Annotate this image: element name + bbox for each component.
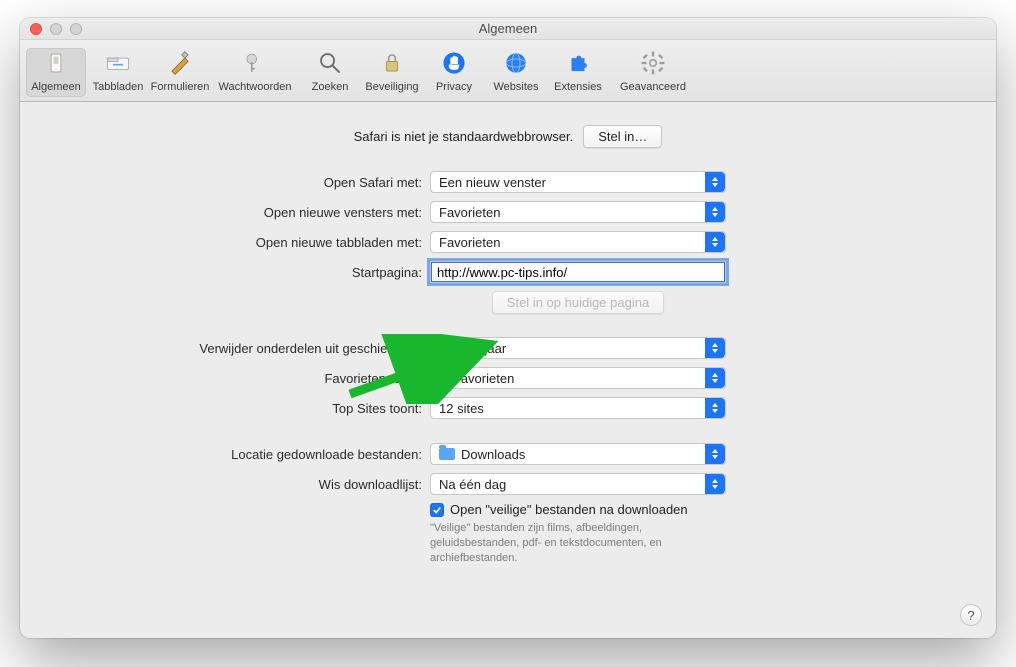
chevrons-icon <box>705 232 725 252</box>
tab-label: Formulieren <box>151 81 210 93</box>
tab-passwords[interactable]: Wachtwoorden <box>212 48 298 97</box>
tab-autofill[interactable]: Formulieren <box>150 48 210 97</box>
key-icon <box>240 48 270 78</box>
switch-icon <box>41 48 71 78</box>
preferences-window: Algemeen Algemeen Tabbladen Formulieren <box>20 18 996 638</box>
default-browser-text: Safari is niet je standaardwebbrowser. <box>354 129 574 144</box>
remove-history-label: Verwijder onderdelen uit geschiedenis: <box>40 341 430 356</box>
chevrons-icon <box>705 474 725 494</box>
gear-icon <box>638 48 668 78</box>
window-title: Algemeen <box>20 21 996 36</box>
open-safari-select[interactable]: Een nieuw venster <box>430 171 726 193</box>
window-controls <box>20 23 82 35</box>
open-windows-select[interactable]: Favorieten <box>430 201 726 223</box>
minimize-window-button[interactable] <box>50 23 62 35</box>
tab-websites[interactable]: Websites <box>486 48 546 97</box>
open-safe-files-label: Open "veilige" bestanden na downloaden <box>450 502 688 517</box>
topsites-shows-select[interactable]: 12 sites <box>430 397 726 419</box>
tab-general[interactable]: Algemeen <box>26 48 86 97</box>
tab-extensions[interactable]: Extensies <box>548 48 608 97</box>
favorites-shows-label: Favorieten toont: <box>40 371 430 386</box>
tab-label: Beveiliging <box>365 81 418 93</box>
tab-tabs[interactable]: Tabbladen <box>88 48 148 97</box>
tab-label: Zoeken <box>312 81 349 93</box>
tab-security[interactable]: Beveiliging <box>362 48 422 97</box>
folder-icon <box>439 448 455 460</box>
puzzle-icon <box>563 48 593 78</box>
tab-privacy[interactable]: Privacy <box>424 48 484 97</box>
pen-icon <box>165 48 195 78</box>
clear-downloads-select[interactable]: Na één dag <box>430 473 726 495</box>
open-safari-label: Open Safari met: <box>40 175 430 190</box>
tabs-icon <box>103 48 133 78</box>
tab-advanced[interactable]: Geavanceerd <box>610 48 696 97</box>
select-value: Favorieten <box>439 205 500 220</box>
open-tabs-label: Open nieuwe tabbladen met: <box>40 235 430 250</box>
select-value: Downloads <box>461 447 525 462</box>
select-value: Na één jaar <box>439 341 506 356</box>
open-windows-label: Open nieuwe vensters met: <box>40 205 430 220</box>
topsites-shows-label: Top Sites toont: <box>40 401 430 416</box>
tab-label: Geavanceerd <box>620 81 686 93</box>
tab-label: Privacy <box>436 81 472 93</box>
general-pane: Safari is niet je standaardwebbrowser. S… <box>20 102 996 582</box>
homepage-label: Startpagina: <box>40 265 430 280</box>
clear-downloads-label: Wis downloadlijst: <box>40 477 430 492</box>
chevrons-icon <box>705 398 725 418</box>
remove-history-select[interactable]: Na één jaar <box>430 337 726 359</box>
open-safe-files-hint: "Veilige" bestanden zijn films, afbeeldi… <box>430 521 730 566</box>
globe-icon <box>501 48 531 78</box>
tab-label: Tabbladen <box>93 81 144 93</box>
tab-label: Algemeen <box>31 81 81 93</box>
select-value: Na één dag <box>439 477 506 492</box>
chevrons-icon <box>705 202 725 222</box>
download-location-select[interactable]: Downloads <box>430 443 726 465</box>
chevrons-icon <box>705 444 725 464</box>
chevrons-icon <box>705 368 725 388</box>
chevrons-icon <box>705 338 725 358</box>
tab-search[interactable]: Zoeken <box>300 48 360 97</box>
tab-label: Wachtwoorden <box>219 81 292 93</box>
zoom-window-button[interactable] <box>70 23 82 35</box>
favorites-shows-select[interactable]: ☆ Favorieten <box>430 367 726 389</box>
select-value: 12 sites <box>439 401 484 416</box>
homepage-input[interactable] <box>430 261 726 283</box>
help-glyph: ? <box>967 608 974 623</box>
tab-label: Websites <box>493 81 538 93</box>
tab-label: Extensies <box>554 81 602 93</box>
star-icon: ☆ <box>439 372 449 385</box>
open-safe-files-checkbox[interactable] <box>430 503 444 517</box>
download-location-label: Locatie gedownloade bestanden: <box>40 447 430 462</box>
chevrons-icon <box>705 172 725 192</box>
select-value: Een nieuw venster <box>439 175 546 190</box>
set-current-page-button[interactable]: Stel in op huidige pagina <box>492 291 664 314</box>
preferences-toolbar: Algemeen Tabbladen Formulieren Wachtwoor… <box>20 40 996 102</box>
select-value: Favorieten <box>439 235 500 250</box>
titlebar: Algemeen <box>20 18 996 40</box>
open-tabs-select[interactable]: Favorieten <box>430 231 726 253</box>
hand-icon <box>439 48 469 78</box>
select-value: Favorieten <box>453 371 514 386</box>
magnifier-icon <box>315 48 345 78</box>
lock-icon <box>377 48 407 78</box>
close-window-button[interactable] <box>30 23 42 35</box>
help-button[interactable]: ? <box>960 604 982 626</box>
set-default-browser-button[interactable]: Stel in… <box>583 125 662 148</box>
